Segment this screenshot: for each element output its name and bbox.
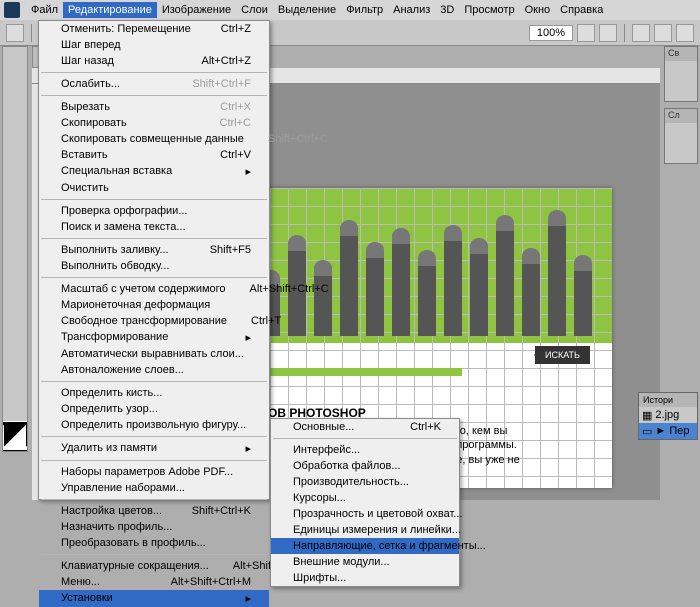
palette-swatches[interactable]: Св — [664, 46, 698, 102]
menu-item[interactable]: Настройка цветов...Shift+Ctrl+K — [39, 503, 269, 519]
history-row[interactable]: ▭► Пер — [639, 423, 697, 439]
preferences-submenu: Основные...Ctrl+K Интерфейс...Обработка ф… — [270, 418, 460, 587]
menu-item: ВырезатьCtrl+X — [39, 99, 269, 115]
menu-редактирование[interactable]: Редактирование — [63, 2, 157, 18]
search-button[interactable]: ИСКАТЬ — [535, 346, 590, 364]
menu-item: Очистить — [39, 180, 269, 196]
history-row[interactable]: ▦2.jpg — [639, 407, 697, 423]
menu-справка[interactable]: Справка — [555, 2, 608, 18]
menu-item: Шаг вперед — [39, 37, 269, 53]
menu-item[interactable]: Интерфейс... — [271, 442, 459, 458]
edit-menu: Отменить: ПеремещениеCtrl+ZШаг впередШаг… — [38, 20, 270, 500]
menu-item[interactable]: Единицы измерения и линейки... — [271, 522, 459, 538]
menu-item: Проверка орфографии... — [39, 203, 269, 219]
menu-item[interactable]: Установки▸ — [39, 590, 269, 607]
eyedropper-tool-icon[interactable] — [3, 157, 27, 179]
move-tool-icon[interactable] — [3, 47, 27, 69]
menu-item: СкопироватьCtrl+C — [39, 115, 269, 131]
right-dock: Св Сл — [664, 46, 698, 170]
view-icon-1[interactable] — [632, 24, 650, 42]
menu-item[interactable]: Масштаб с учетом содержимогоAlt+Shift+Ct… — [39, 281, 269, 297]
menu-item[interactable]: Прозрачность и цветовой охват... — [271, 506, 459, 522]
menu-item[interactable]: ВставитьCtrl+V — [39, 147, 269, 163]
artwork-greenbar — [262, 368, 462, 376]
toolbox — [2, 46, 28, 452]
menu-item[interactable]: Выполнить заливку...Shift+F5 — [39, 242, 269, 258]
blur-tool-icon[interactable] — [3, 267, 27, 289]
menu-item[interactable]: Определить узор... — [39, 401, 269, 417]
menu-item[interactable]: Производительность... — [271, 474, 459, 490]
swatches-icon[interactable] — [3, 421, 27, 451]
view-icon-2[interactable] — [654, 24, 672, 42]
palette-title: Св — [665, 47, 697, 61]
menu-item: Скопировать совмещенные данныеShift+Ctrl… — [39, 131, 269, 147]
menu-item[interactable]: Управление наборами... — [39, 480, 269, 496]
history-title: Истори — [639, 393, 697, 407]
menu-окно[interactable]: Окно — [520, 2, 556, 18]
menu-item: Определить произвольную фигуру... — [39, 417, 269, 433]
menu-item[interactable]: Трансформирование▸ — [39, 329, 269, 346]
menu-item: Ослабить...Shift+Ctrl+F — [39, 76, 269, 92]
menu-item[interactable]: Наборы параметров Adobe PDF... — [39, 464, 269, 480]
menubar: ФайлРедактированиеИзображениеСлоиВыделен… — [0, 0, 700, 20]
hand-tool-icon-2[interactable] — [3, 377, 27, 399]
palette-title: Сл — [665, 109, 697, 123]
app-icon — [4, 2, 20, 18]
brush-tool-icon[interactable] — [3, 179, 27, 201]
tool-preset-icon[interactable] — [6, 24, 24, 42]
menu-item[interactable]: Основные...Ctrl+K — [271, 419, 459, 435]
menu-item[interactable]: Шрифты... — [271, 570, 459, 586]
menu-item[interactable]: Обработка файлов... — [271, 458, 459, 474]
menu-item[interactable]: Марионеточная деформация — [39, 297, 269, 313]
menu-item[interactable]: Направляющие, сетка и фрагменты... — [271, 538, 459, 554]
menu-item[interactable]: Преобразовать в профиль... — [39, 535, 269, 551]
menu-слои[interactable]: Слои — [236, 2, 273, 18]
menu-файл[interactable]: Файл — [26, 2, 63, 18]
menu-просмотр[interactable]: Просмотр — [459, 2, 519, 18]
stamp-tool-icon[interactable] — [3, 201, 27, 223]
menu-item[interactable]: Отменить: ПеремещениеCtrl+Z — [39, 21, 269, 37]
menu-item[interactable]: Внешние модули... — [271, 554, 459, 570]
zoom-tool-icon[interactable] — [599, 24, 617, 42]
menu-item: Поиск и замена текста... — [39, 219, 269, 235]
artwork-brushes — [262, 206, 602, 336]
zoom-tool-icon-2[interactable] — [3, 399, 27, 421]
hand-tool-icon[interactable] — [577, 24, 595, 42]
menu-item[interactable]: Выполнить обводку... — [39, 258, 269, 274]
wand-tool-icon[interactable] — [3, 113, 27, 135]
menu-фильтр[interactable]: Фильтр — [341, 2, 388, 18]
gradient-tool-icon[interactable] — [3, 245, 27, 267]
path-tool-icon[interactable] — [3, 333, 27, 355]
menu-item[interactable]: Специальная вставка▸ — [39, 163, 269, 180]
zoom-field[interactable]: 100% — [529, 25, 573, 41]
type-tool-icon[interactable] — [3, 311, 27, 333]
shape-tool-icon[interactable] — [3, 355, 27, 377]
menu-анализ[interactable]: Анализ — [388, 2, 435, 18]
marquee-tool-icon[interactable] — [3, 69, 27, 91]
menu-item[interactable]: Меню...Alt+Shift+Ctrl+M — [39, 574, 269, 590]
menu-item[interactable]: Определить кисть... — [39, 385, 269, 401]
menu-изображение[interactable]: Изображение — [157, 2, 236, 18]
menu-item: Автоналожение слоев... — [39, 362, 269, 378]
menu-item[interactable]: Удалить из памяти▸ — [39, 440, 269, 457]
pen-tool-icon[interactable] — [3, 289, 27, 311]
menu-item[interactable]: Шаг назадAlt+Ctrl+Z — [39, 53, 269, 69]
menu-выделение[interactable]: Выделение — [273, 2, 341, 18]
menu-item[interactable]: Клавиатурные сокращения...Alt+Shift+Ctrl… — [39, 558, 269, 574]
palette-layers[interactable]: Сл — [664, 108, 698, 164]
view-icon-3[interactable] — [676, 24, 694, 42]
menu-item[interactable]: Свободное трансформированиеCtrl+T — [39, 313, 269, 329]
history-palette[interactable]: Истори ▦2.jpg ▭► Пер — [638, 392, 698, 440]
lasso-tool-icon[interactable] — [3, 91, 27, 113]
crop-tool-icon[interactable] — [3, 135, 27, 157]
menu-3d[interactable]: 3D — [435, 2, 459, 18]
menu-item[interactable]: Назначить профиль... — [39, 519, 269, 535]
menu-item: Автоматически выравнивать слои... — [39, 346, 269, 362]
eraser-tool-icon[interactable] — [3, 223, 27, 245]
menu-item[interactable]: Курсоры... — [271, 490, 459, 506]
